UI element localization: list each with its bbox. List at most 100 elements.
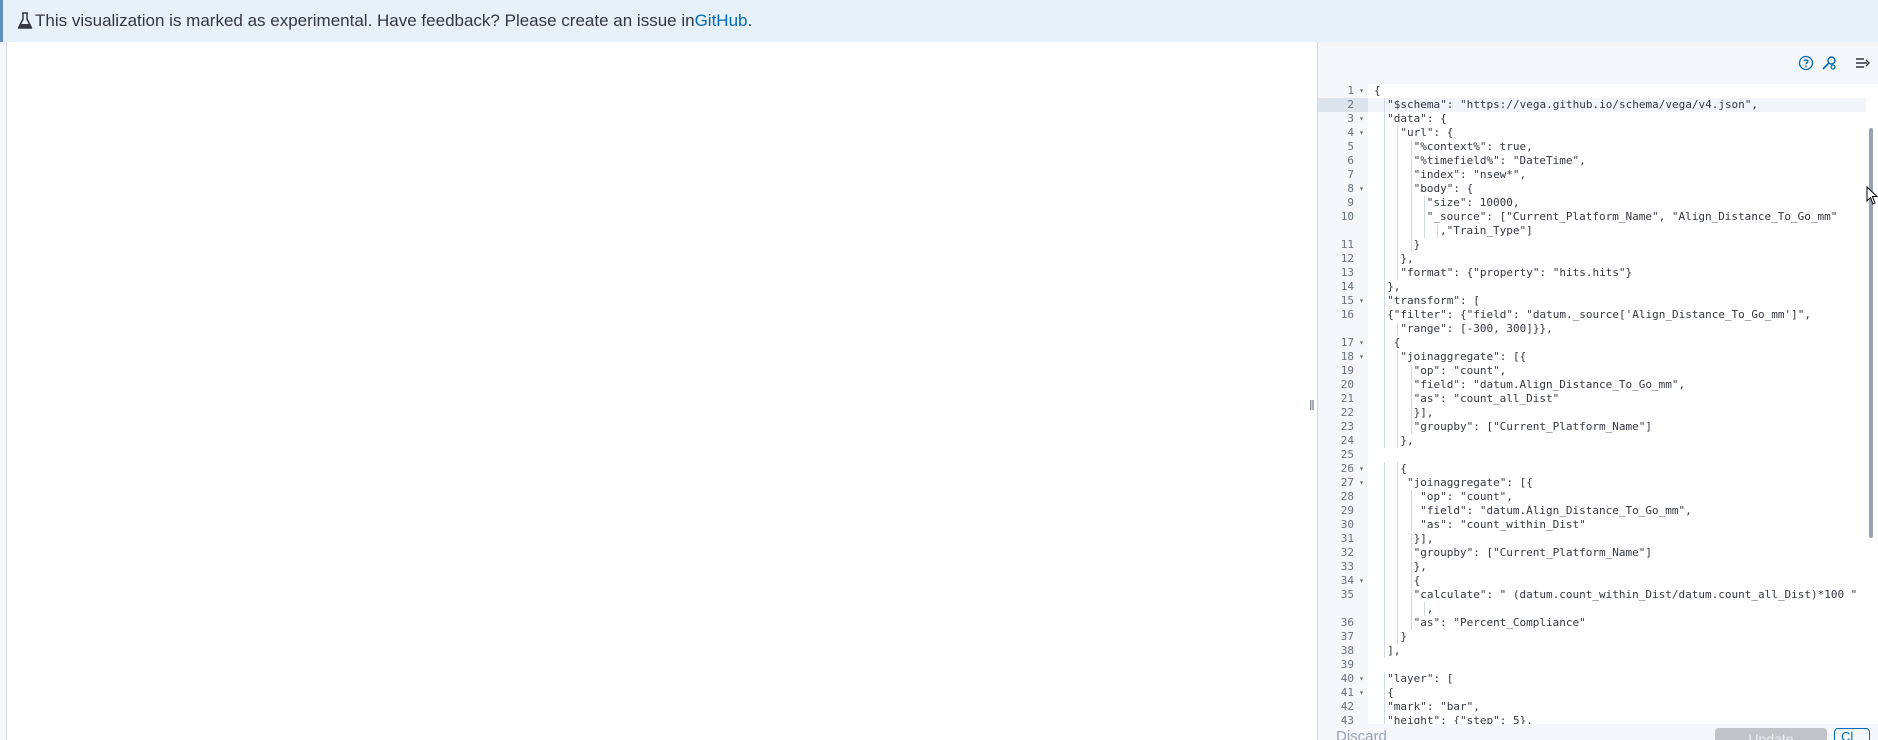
code-line[interactable]: 23 "groupby": ["Current_Platform_Name"] (1318, 420, 1878, 434)
code-line-content: }], (1368, 406, 1866, 420)
fold-toggle-icon[interactable]: ▾ (1359, 686, 1364, 700)
code-line[interactable]: 42 "mark": "bar", (1318, 700, 1878, 714)
code-line[interactable]: 38], (1318, 644, 1878, 658)
line-number-cell (1318, 322, 1368, 336)
code-line[interactable]: 9 "size": 10000, (1318, 196, 1878, 210)
code-line[interactable]: "range": [-300, 300]}}, (1318, 322, 1878, 336)
indent-guide (1410, 616, 1412, 630)
fold-toggle-icon[interactable]: ▾ (1359, 126, 1364, 140)
fold-toggle-icon[interactable]: ▾ (1359, 350, 1364, 364)
code-line[interactable]: 8 ▾ "body": { (1318, 182, 1878, 196)
code-text: "op": "count", (1413, 364, 1507, 377)
fold-toggle-icon[interactable]: ▾ (1359, 182, 1364, 196)
code-line[interactable]: 20 "field": "datum.Align_Distance_To_Go_m… (1318, 378, 1878, 392)
fold-toggle-icon[interactable]: ▾ (1359, 672, 1364, 686)
code-line[interactable]: 43 "height": {"step": 5}, (1318, 714, 1878, 724)
code-line[interactable]: 34 ▾ { (1318, 574, 1878, 588)
code-line[interactable]: 1 ▾{ (1318, 84, 1878, 98)
code-line[interactable]: 17 ▾ { (1318, 336, 1878, 350)
code-line[interactable]: 12}, (1318, 252, 1878, 266)
code-line[interactable]: 11} (1318, 238, 1878, 252)
indent-guide (1384, 420, 1386, 434)
collapse-button[interactable]: Cl (1834, 728, 1870, 740)
code-line[interactable]: 13 "format": {"property": "hits.hits"} (1318, 266, 1878, 280)
indent-guide (1410, 406, 1412, 420)
code-line[interactable]: 31}], (1318, 532, 1878, 546)
indent-guide (1410, 154, 1412, 168)
code-line[interactable]: 29 "field": "datum.Align_Distance_To_Go_… (1318, 504, 1878, 518)
code-line[interactable]: 10 "_source": ["Current_Platform_Name", "… (1318, 210, 1878, 224)
code-line[interactable]: 22}], (1318, 406, 1878, 420)
code-line[interactable]: 7 "index": "nsew*", (1318, 168, 1878, 182)
code-line[interactable]: 39 (1318, 658, 1878, 672)
code-line[interactable]: 35 "calculate": " (datum.count_within_Dis… (1318, 588, 1878, 602)
code-line[interactable]: 6 "%timefield%": "DateTime", (1318, 154, 1878, 168)
update-button[interactable]: Update (1715, 728, 1827, 740)
indent-guide (1384, 224, 1386, 238)
code-line-content: "index": "nsew*", (1368, 168, 1866, 182)
indent-guide (1410, 420, 1412, 434)
fold-toggle-icon[interactable]: ▾ (1359, 112, 1364, 126)
code-line[interactable]: ,"Train_Type"] (1318, 224, 1878, 238)
code-text: "groupby": ["Current_Platform_Name"] (1413, 546, 1653, 559)
code-line[interactable]: 3 ▾ "data": { (1318, 112, 1878, 126)
code-text: } (1400, 630, 1408, 643)
code-line[interactable]: 24}, (1318, 434, 1878, 448)
indent-guide (1384, 462, 1386, 476)
code-line[interactable]: 33}, (1318, 560, 1878, 574)
code-line[interactable]: 26 ▾ { (1318, 462, 1878, 476)
panel-resize-handle[interactable]: ‖ (1307, 42, 1317, 740)
code-line[interactable]: , (1318, 602, 1878, 616)
code-line[interactable]: 18 ▾ "joinaggregate": [{ (1318, 350, 1878, 364)
fold-toggle-icon[interactable]: ▾ (1359, 476, 1364, 490)
code-line[interactable]: 25 (1318, 448, 1878, 462)
code-line[interactable]: 32 "groupby": ["Current_Platform_Name"] (1318, 546, 1878, 560)
code-line[interactable]: 28 "op": "count", (1318, 490, 1878, 504)
code-line[interactable]: 37} (1318, 630, 1878, 644)
code-line[interactable]: 15 ▾ "transform": [ (1318, 294, 1878, 308)
line-number-cell (1318, 602, 1368, 616)
menu-collapse-icon[interactable] (1854, 54, 1872, 72)
code-line[interactable]: 40 ▾ "layer": [ (1318, 672, 1878, 686)
code-line[interactable]: 5 "%context%": true, (1318, 140, 1878, 154)
code-line[interactable]: 41 ▾ { (1318, 686, 1878, 700)
code-line-content: { (1368, 462, 1866, 476)
code-line[interactable]: 21 "as": "count_all_Dist" (1318, 392, 1878, 406)
indent-guide (1384, 322, 1386, 336)
code-text: "%context%": true, (1413, 140, 1533, 153)
code-line[interactable]: 16 {"filter": {"field": "datum._source['A… (1318, 308, 1878, 322)
code-line[interactable]: 27 ▾ "joinaggregate": [{ (1318, 476, 1878, 490)
line-number: 16 (1340, 308, 1354, 321)
indent-guide (1397, 602, 1399, 616)
github-link[interactable]: GitHub (695, 11, 748, 31)
indent-guide (1384, 504, 1386, 518)
discard-button[interactable]: Discard (1336, 728, 1387, 740)
code-editor[interactable]: 1 ▾{2 "$schema": "https://vega.github.io/s… (1318, 84, 1878, 724)
code-line[interactable]: 14}, (1318, 280, 1878, 294)
fold-toggle-icon[interactable]: ▾ (1359, 294, 1364, 308)
line-number-cell: 7 (1318, 168, 1368, 182)
fold-toggle-icon[interactable]: ▾ (1359, 336, 1364, 350)
code-line[interactable]: 30 "as": "count_within_Dist" (1318, 518, 1878, 532)
indent-guide (1397, 168, 1399, 182)
left-edge-bar (0, 42, 7, 740)
code-line-content: "as": "count_within_Dist" (1368, 518, 1866, 532)
indent-guide (1384, 476, 1386, 490)
fold-toggle-icon[interactable]: ▾ (1359, 84, 1364, 98)
code-line[interactable]: 19 "op": "count", (1318, 364, 1878, 378)
line-number: 24 (1340, 434, 1354, 447)
code-line[interactable]: 2 "$schema": "https://vega.github.io/sche… (1318, 98, 1878, 112)
question-circle-icon[interactable] (1797, 54, 1815, 72)
code-line[interactable]: 36 "as": "Percent_Compliance" (1318, 616, 1878, 630)
indent-guide (1384, 350, 1386, 364)
indent-guide (1384, 238, 1386, 252)
wrench-icon[interactable] (1820, 54, 1838, 72)
line-number-cell: 18 ▾ (1318, 350, 1368, 364)
fold-toggle-icon[interactable]: ▾ (1359, 574, 1364, 588)
indent-guide (1384, 686, 1386, 700)
code-line[interactable]: 4 ▾ "url": { (1318, 126, 1878, 140)
code-text: }], (1413, 532, 1434, 545)
indent-guide (1384, 392, 1386, 406)
fold-toggle-icon[interactable]: ▾ (1359, 462, 1364, 476)
code-text: }, (1400, 434, 1414, 447)
